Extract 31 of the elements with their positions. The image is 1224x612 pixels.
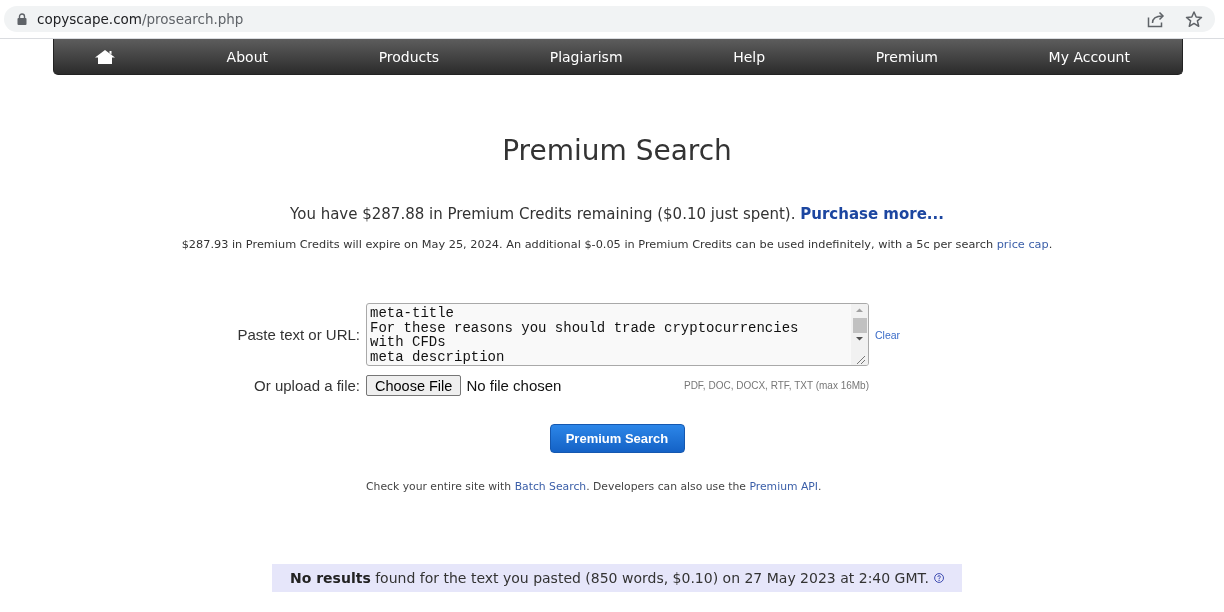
- purchase-more-link[interactable]: Purchase more...: [800, 205, 944, 223]
- file-status: No file chosen: [466, 377, 562, 394]
- scrollbar-thumb[interactable]: [852, 318, 867, 333]
- nav-link[interactable]: Premium: [875, 48, 938, 65]
- home-icon[interactable]: [94, 48, 116, 65]
- info-note: Check your entire site with Batch Search. Developers can also use the Premium API.: [366, 480, 823, 494]
- nav-link[interactable]: Products: [378, 48, 440, 65]
- address-bar[interactable]: copyscape.com/prosearch.php: [4, 6, 1215, 32]
- nav-link[interactable]: Plagiarism: [549, 48, 623, 65]
- page-title: Premium Search: [501, 134, 733, 168]
- note-link[interactable]: Premium API: [749, 480, 818, 493]
- url-text: copyscape.com/prosearch.php: [37, 11, 244, 27]
- choose-file-button[interactable]: Choose File: [366, 375, 462, 396]
- nav-link[interactable]: Help: [733, 48, 766, 65]
- nav-link[interactable]: About: [226, 48, 268, 65]
- star-icon[interactable]: [1185, 10, 1203, 28]
- price-cap-link[interactable]: price cap: [996, 238, 1049, 251]
- share-icon[interactable]: [1147, 10, 1165, 28]
- file-types-hint: PDF, DOC, DOCX, RTF, TXT (max 16Mb): [683, 380, 869, 391]
- expiry-notice: $287.93 in Premium Credits will expire on May 25, 2024. An additional $-0.05 in Premium Credits can be used indefinitely, with a 5c per search price cap.: [180, 238, 1054, 252]
- help-icon[interactable]: [933, 570, 944, 586]
- text-label: Paste text or URL:: [236, 326, 360, 343]
- text-area[interactable]: meta-title For these reasons you should trade cryptocurrencies with CFDs meta description: [366, 303, 869, 366]
- result-message: No results found for the text you pasted (850 words, $0.10) on 27 May 2023 at 2:40 GMT.: [290, 570, 929, 586]
- clear-link[interactable]: Clear: [875, 328, 1224, 341]
- nav-link[interactable]: My Account: [1048, 48, 1130, 65]
- premium-search-button[interactable]: Premium Search: [549, 424, 685, 453]
- lock-icon: [17, 13, 27, 25]
- scrollbar[interactable]: [851, 304, 868, 365]
- file-label: Or upload a file:: [253, 377, 360, 394]
- credits-message: You have $287.88 in Premium Credits remaining ($0.10 just spent). Purchase more...: [289, 204, 945, 224]
